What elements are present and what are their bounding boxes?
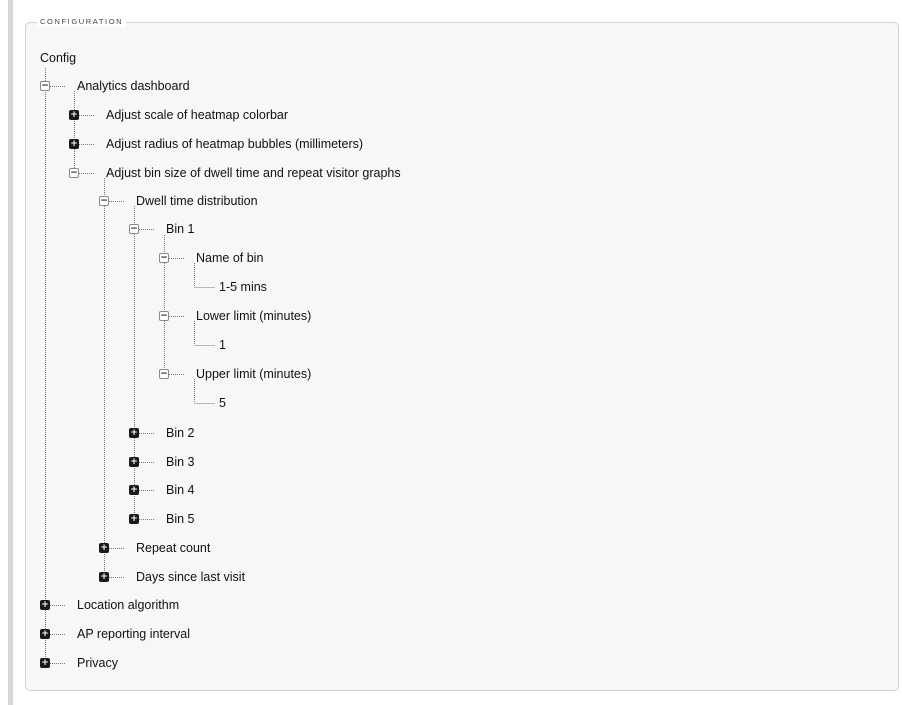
tree-node-label[interactable]: Bin 3 xyxy=(166,454,195,470)
tree-node-ap-reporting-interval[interactable]: + AP reporting interval xyxy=(40,626,190,642)
expand-icon[interactable]: + xyxy=(99,572,109,582)
tree-node-label[interactable]: Upper limit (minutes) xyxy=(196,366,311,382)
expand-icon[interactable]: + xyxy=(40,658,50,668)
leaf-value-text: 1-5 mins xyxy=(219,280,267,294)
expand-icon[interactable]: + xyxy=(69,110,79,120)
collapse-icon[interactable]: − xyxy=(99,196,109,206)
tree-node-label[interactable]: Privacy xyxy=(77,655,118,671)
left-border-rule xyxy=(8,0,13,705)
tree-node-label[interactable]: Adjust bin size of dwell time and repeat… xyxy=(106,165,401,181)
tree-node-dwell-time[interactable]: − Dwell time distribution xyxy=(99,193,258,209)
tree-node-repeat-count[interactable]: + Repeat count xyxy=(99,540,210,556)
tree-node-label[interactable]: AP reporting interval xyxy=(77,626,190,642)
tree-node-heatmap-radius[interactable]: + Adjust radius of heatmap bubbles (mill… xyxy=(69,136,363,152)
expand-icon[interactable]: + xyxy=(129,485,139,495)
collapse-icon[interactable]: − xyxy=(40,81,50,91)
tree-node-upper-limit[interactable]: − Upper limit (minutes) xyxy=(159,366,311,382)
leaf-value-text: 5 xyxy=(219,396,226,410)
tree-node-bin-4[interactable]: + Bin 4 xyxy=(129,482,195,498)
tree-node-privacy[interactable]: + Privacy xyxy=(40,655,118,671)
expand-icon[interactable]: + xyxy=(40,629,50,639)
tree-node-label[interactable]: Bin 1 xyxy=(166,221,195,237)
tree-node-label[interactable]: Bin 5 xyxy=(166,511,195,527)
expand-icon[interactable]: + xyxy=(129,428,139,438)
tree-node-label[interactable]: Lower limit (minutes) xyxy=(196,308,311,324)
tree-root-label: Config xyxy=(40,51,77,65)
tree-node-label[interactable]: Location algorithm xyxy=(77,597,179,613)
collapse-icon[interactable]: − xyxy=(69,168,79,178)
tree-node-label[interactable]: Analytics dashboard xyxy=(77,78,190,94)
expand-icon[interactable]: + xyxy=(40,600,50,610)
tree-node-analytics-dashboard[interactable]: − Analytics dashboard xyxy=(40,78,190,94)
tree-node-bin-3[interactable]: + Bin 3 xyxy=(129,454,195,470)
tree-node-bin-5[interactable]: + Bin 5 xyxy=(129,511,195,527)
tree-node-bin-2[interactable]: + Bin 2 xyxy=(129,425,195,441)
expand-icon[interactable]: + xyxy=(69,139,79,149)
collapse-icon[interactable]: − xyxy=(159,369,169,379)
expand-icon[interactable]: + xyxy=(129,457,139,467)
tree-node-lower-limit[interactable]: − Lower limit (minutes) xyxy=(159,308,311,324)
tree-node-label[interactable]: Dwell time distribution xyxy=(136,193,258,209)
collapse-icon[interactable]: − xyxy=(159,311,169,321)
tree-node-label[interactable]: Bin 2 xyxy=(166,425,195,441)
tree-node-bin-1[interactable]: − Bin 1 xyxy=(129,221,195,237)
tree-node-heatmap-scale[interactable]: + Adjust scale of heatmap colorbar xyxy=(69,107,288,123)
tree-leaf-value: 1-5 mins xyxy=(219,279,267,295)
expand-icon[interactable]: + xyxy=(129,514,139,524)
collapse-icon[interactable]: − xyxy=(159,253,169,263)
tree-leaf-value: 1 xyxy=(219,337,226,353)
tree-node-label[interactable]: Bin 4 xyxy=(166,482,195,498)
tree-node-label[interactable]: Name of bin xyxy=(196,250,263,266)
tree-node-label[interactable]: Adjust scale of heatmap colorbar xyxy=(106,107,288,123)
tree-node-name-of-bin[interactable]: − Name of bin xyxy=(159,250,263,266)
tree-node-location-algorithm[interactable]: + Location algorithm xyxy=(40,597,179,613)
tree-node-label[interactable]: Repeat count xyxy=(136,540,210,556)
tree-node-days-since-last-visit[interactable]: + Days since last visit xyxy=(99,569,245,585)
tree-node-label[interactable]: Adjust radius of heatmap bubbles (millim… xyxy=(106,136,363,152)
expand-icon[interactable]: + xyxy=(99,543,109,553)
collapse-icon[interactable]: − xyxy=(129,224,139,234)
configuration-legend: CONFIGURATION xyxy=(37,17,127,27)
tree-node-label[interactable]: Days since last visit xyxy=(136,569,245,585)
leaf-value-text: 1 xyxy=(219,338,226,352)
tree-node-bin-size[interactable]: − Adjust bin size of dwell time and repe… xyxy=(69,165,401,181)
tree-leaf-value: 5 xyxy=(219,395,226,411)
